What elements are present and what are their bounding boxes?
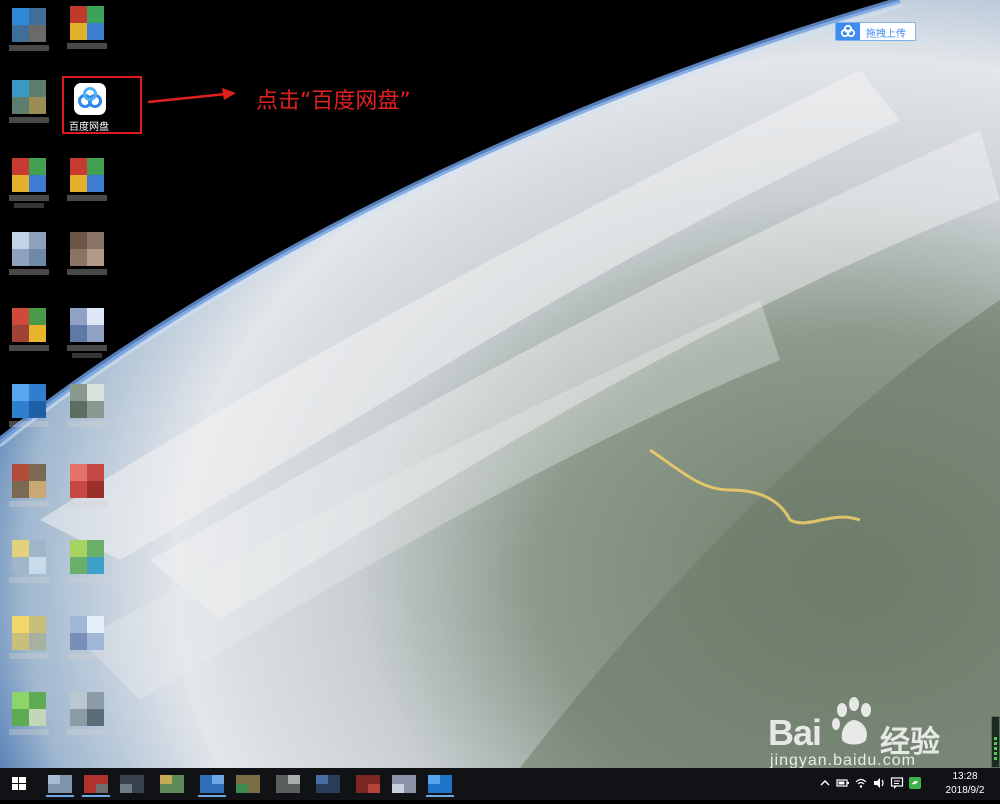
app-tray-icon[interactable] — [908, 776, 922, 790]
side-gadget[interactable] — [991, 716, 1000, 768]
app-icon — [70, 692, 104, 726]
app-icon — [12, 158, 46, 192]
desktop-icon[interactable] — [64, 6, 110, 49]
baidu-paw-icon — [832, 697, 871, 745]
taskbar-app[interactable] — [388, 771, 420, 797]
desktop-icon[interactable] — [64, 232, 110, 275]
taskbar-app[interactable] — [156, 771, 188, 797]
baidu-netdisk-logo-icon — [74, 83, 106, 115]
annotation-arrow-icon — [147, 88, 236, 104]
app-icon — [70, 232, 104, 266]
app-icon — [70, 384, 104, 418]
annotation-instruction: 点击“百度网盘” — [256, 89, 411, 114]
earth-from-space-wallpaper — [0, 0, 1000, 768]
desktop-icon[interactable] — [6, 158, 52, 208]
baidu-netdisk-cloud-icon — [836, 23, 860, 40]
app-icon — [12, 80, 46, 114]
app-icon — [70, 6, 104, 40]
app-icon — [70, 158, 104, 192]
desktop-icon[interactable] — [64, 384, 110, 427]
app-icon — [70, 308, 104, 342]
desktop-icon[interactable] — [6, 384, 52, 427]
baidu-jingyan-watermark: Bai 经验 jingyan.baidu.com — [768, 690, 968, 770]
drag-upload-label: 拖拽上传 — [866, 29, 906, 40]
desktop-icon[interactable] — [6, 232, 52, 275]
taskbar-app[interactable] — [424, 771, 456, 797]
app-icon — [12, 384, 46, 418]
desktop-icon[interactable] — [64, 692, 110, 735]
desktop-icon[interactable] — [6, 8, 52, 51]
desktop-icon[interactable] — [64, 540, 110, 583]
taskbar-app[interactable] — [352, 771, 384, 797]
battery-icon[interactable] — [836, 776, 850, 790]
chevron-up-icon[interactable] — [818, 776, 832, 790]
system-clock[interactable]: 13:28 2018/9/2 — [934, 770, 996, 798]
app-icon — [12, 464, 46, 498]
app-icon — [12, 232, 46, 266]
app-icon — [70, 540, 104, 574]
taskbar-app[interactable] — [272, 771, 304, 797]
app-icon — [12, 692, 46, 726]
app-icon — [70, 616, 104, 650]
desktop-icon[interactable] — [64, 158, 110, 201]
baidu-netdisk-desktop-icon[interactable]: 百度网盘 — [62, 76, 142, 134]
start-button[interactable] — [0, 768, 38, 800]
taskbar-app[interactable] — [312, 771, 344, 797]
baidu-netdisk-label: 百度网盘 — [69, 122, 109, 133]
clock-date: 2018/9/2 — [945, 785, 985, 796]
taskbar-app[interactable] — [44, 771, 76, 797]
desktop-icon[interactable] — [64, 308, 110, 358]
volume-icon[interactable] — [872, 776, 886, 790]
desktop-icon[interactable] — [6, 464, 52, 507]
desktop-icon[interactable] — [6, 692, 52, 735]
wifi-icon[interactable] — [854, 776, 868, 790]
taskbar-app[interactable] — [196, 771, 228, 797]
app-icon — [12, 616, 46, 650]
action-center-icon[interactable] — [890, 776, 904, 790]
desktop-icon[interactable] — [64, 616, 110, 659]
app-icon — [70, 464, 104, 498]
desktop-icon[interactable] — [6, 616, 52, 659]
app-icon — [12, 308, 46, 342]
taskbar-app[interactable] — [232, 771, 264, 797]
taskbar-app[interactable] — [116, 771, 148, 797]
desktop-icon[interactable] — [6, 308, 52, 351]
clock-time: 13:28 — [952, 771, 978, 782]
drag-upload-widget[interactable]: 拖拽上传 — [835, 22, 916, 41]
desktop-icon[interactable] — [6, 540, 52, 583]
taskbar-app[interactable] — [80, 771, 112, 797]
windows-logo-icon — [12, 777, 26, 790]
system-tray: 13:28 2018/9/2 — [812, 768, 1000, 800]
watermark-brand: Bai — [768, 712, 822, 753]
desktop-icon[interactable] — [64, 464, 110, 507]
taskbar: 13:28 2018/9/2 — [0, 768, 1000, 800]
app-icon — [12, 540, 46, 574]
app-icon — [12, 8, 46, 42]
desktop-icon[interactable] — [6, 80, 52, 123]
